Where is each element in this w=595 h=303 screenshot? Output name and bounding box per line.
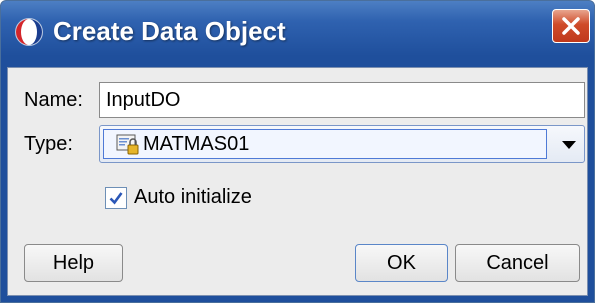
oracle-logo-icon (15, 18, 43, 46)
data-object-lock-icon (116, 134, 139, 155)
checkmark-icon (109, 192, 123, 205)
type-selected-item: MATMAS01 (103, 129, 547, 159)
type-label: Type: (24, 133, 73, 155)
title-bar[interactable]: Create Data Object (1, 1, 594, 67)
ok-button[interactable]: OK (355, 244, 448, 282)
window-title: Create Data Object (53, 16, 286, 46)
dialog-content: Name: Type: MATMAS01 (7, 67, 588, 296)
close-icon (562, 17, 580, 35)
type-value: MATMAS01 (143, 133, 250, 155)
name-input[interactable] (99, 82, 585, 118)
auto-initialize-checkbox[interactable] (105, 187, 127, 209)
help-button[interactable]: Help (24, 244, 123, 282)
dialog-window: Create Data Object Name: Type: MATMAS01 (0, 0, 595, 303)
name-label: Name: (24, 89, 83, 111)
auto-initialize-label[interactable]: Auto initialize (134, 186, 252, 209)
cancel-button[interactable]: Cancel (455, 244, 580, 282)
chevron-down-icon[interactable] (562, 141, 576, 149)
close-button[interactable] (552, 9, 590, 43)
type-dropdown[interactable]: MATMAS01 (99, 125, 585, 163)
